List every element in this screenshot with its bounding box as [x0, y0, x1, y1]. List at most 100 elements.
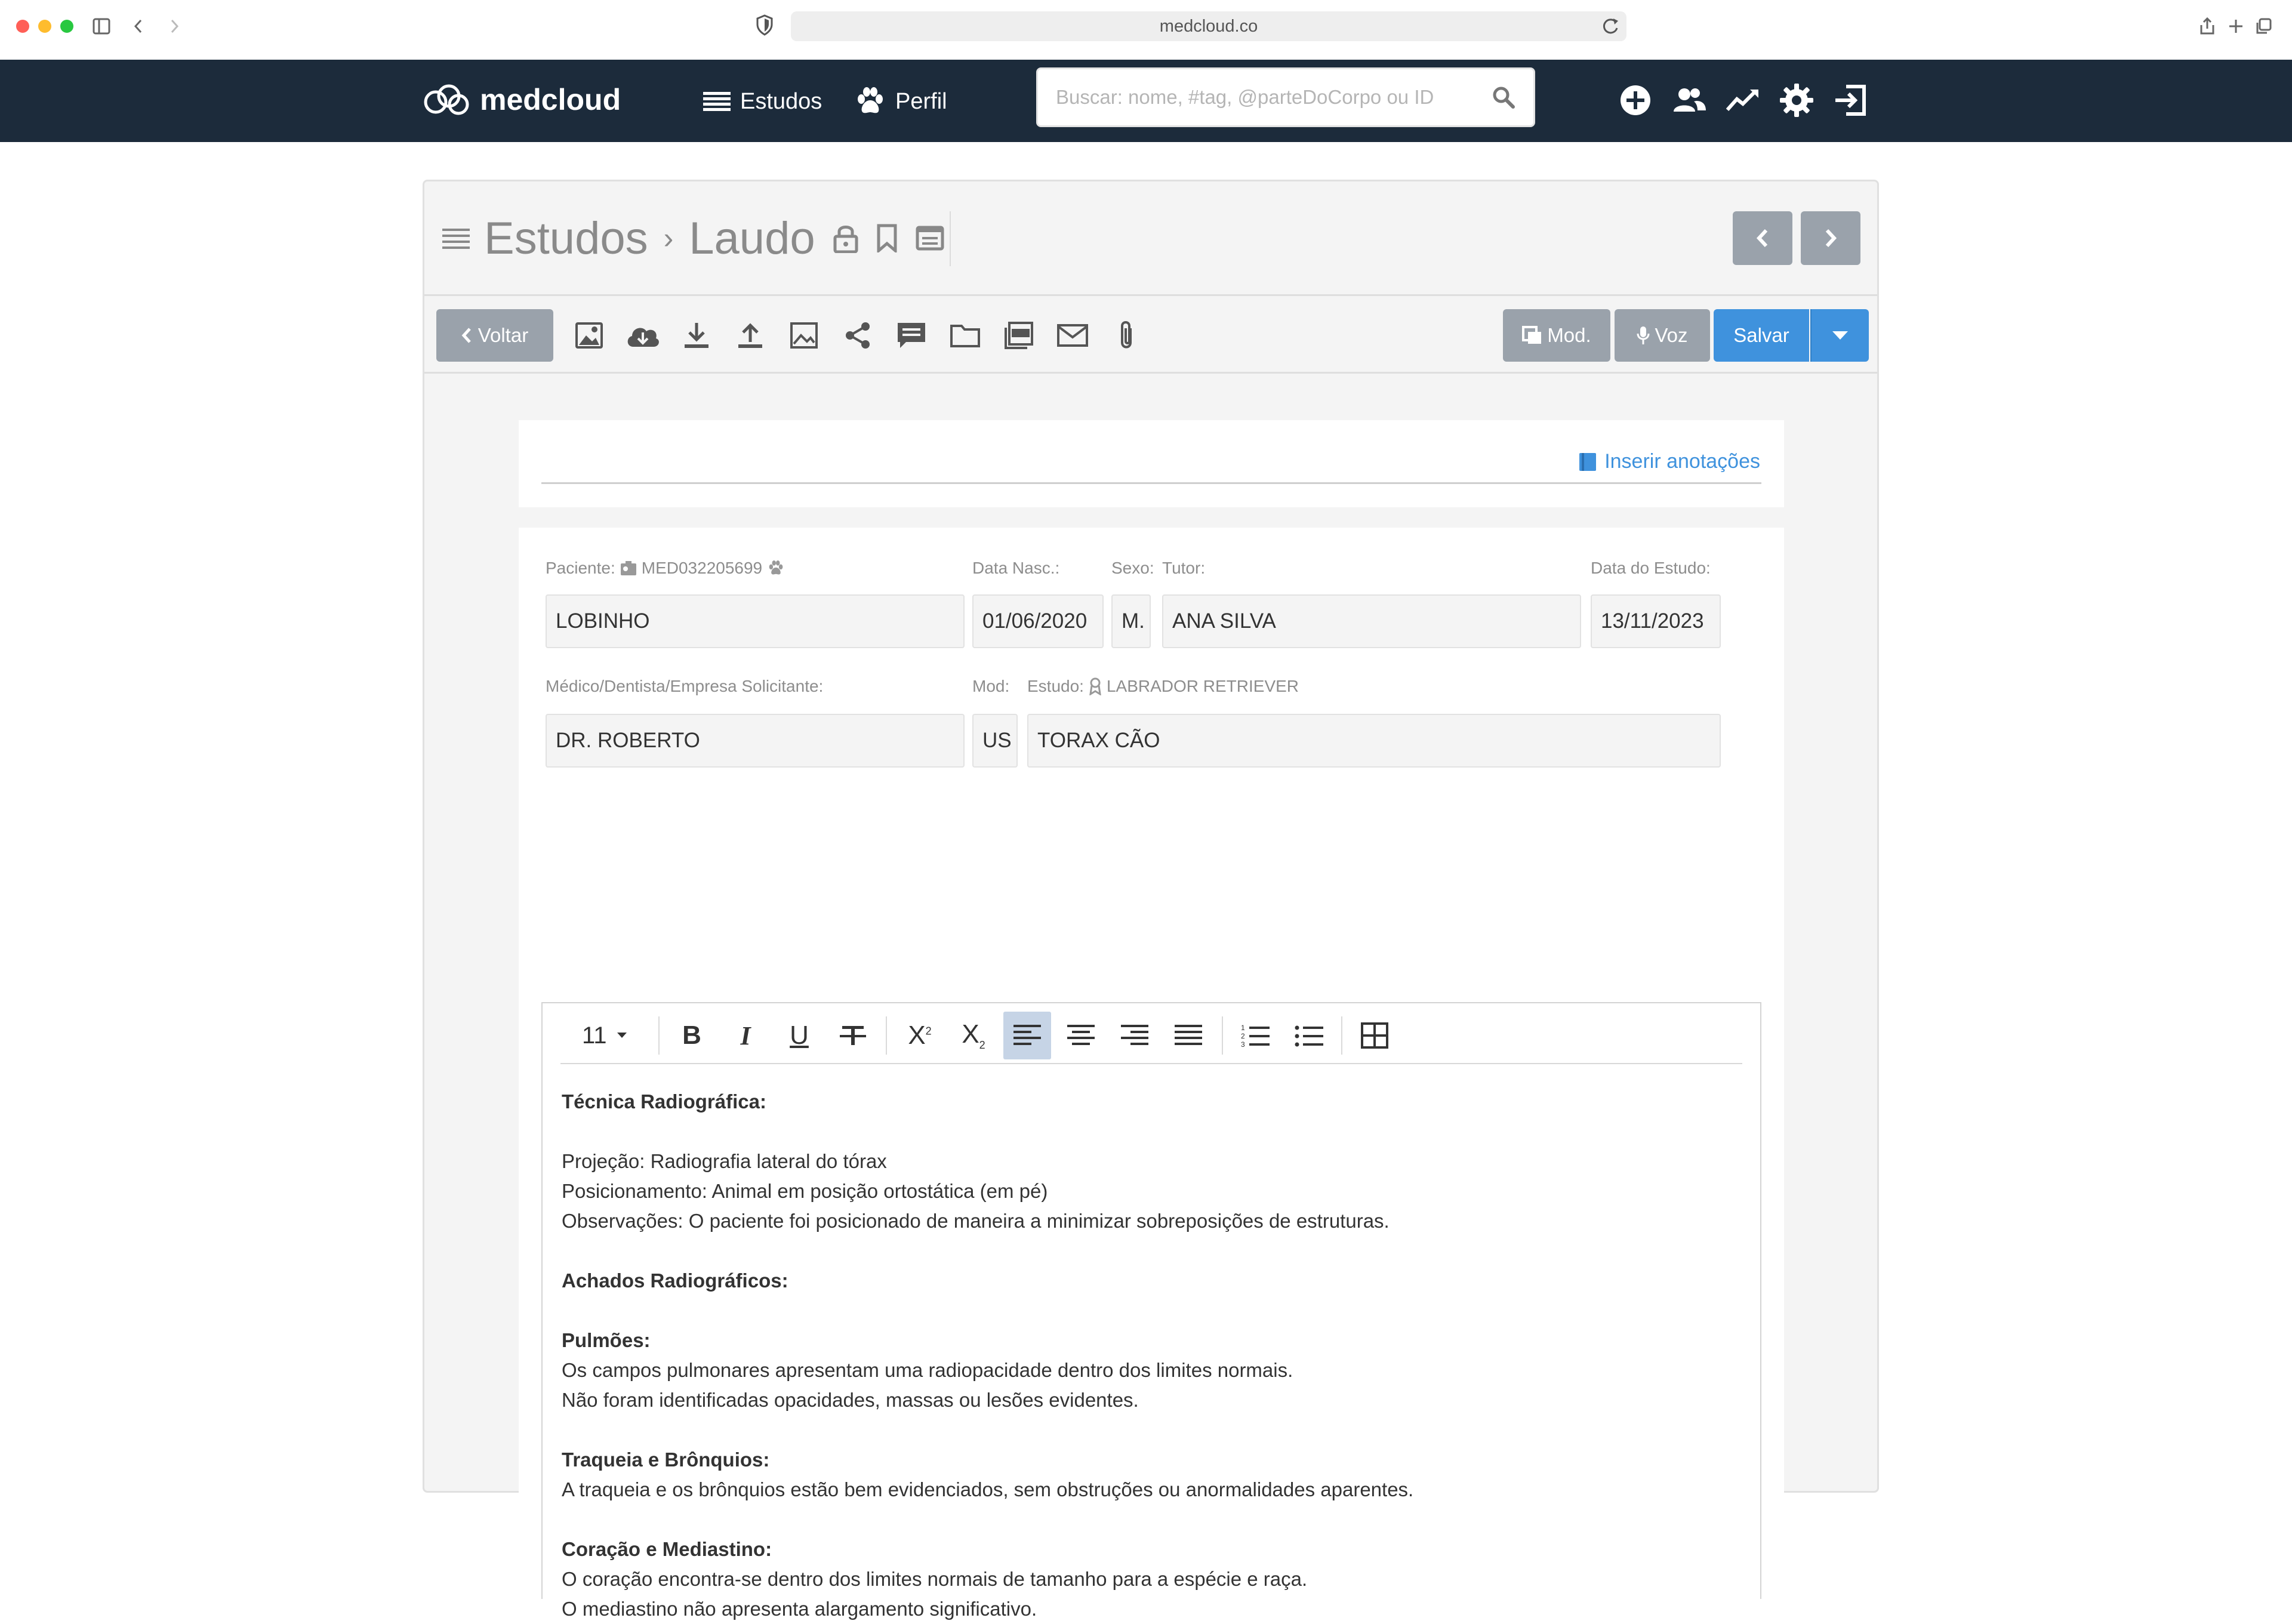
- note-icon[interactable]: [916, 226, 944, 251]
- justify-button[interactable]: [1165, 1012, 1212, 1059]
- address-bar[interactable]: medcloud.co: [791, 11, 1626, 41]
- italic-icon: I: [740, 1021, 751, 1050]
- upload-icon[interactable]: [732, 318, 768, 353]
- users-icon[interactable]: [1671, 82, 1707, 118]
- minimize-window-button[interactable]: [38, 20, 51, 33]
- browser-chrome: medcloud.co: [0, 0, 2292, 60]
- voice-button-label: Voz: [1655, 324, 1688, 346]
- tutor-field[interactable]: ANA SILVA: [1162, 594, 1581, 648]
- bookmark-icon[interactable]: [876, 224, 898, 252]
- save-button[interactable]: Salvar: [1714, 309, 1809, 362]
- align-right-button[interactable]: [1111, 1012, 1159, 1059]
- next-button[interactable]: [1801, 211, 1860, 265]
- previous-button[interactable]: [1733, 211, 1792, 265]
- italic-button[interactable]: I: [722, 1012, 769, 1059]
- sex-field[interactable]: M.: [1111, 594, 1151, 648]
- gear-icon[interactable]: [1779, 82, 1815, 118]
- paragraph-line: O mediastino não apresenta alargamento s…: [562, 1598, 1037, 1620]
- pdf-icon[interactable]: [1001, 318, 1037, 353]
- align-center-icon: [1067, 1025, 1095, 1045]
- underline-button[interactable]: U: [775, 1012, 823, 1059]
- toolbar-divider: [1341, 1016, 1342, 1055]
- logo[interactable]: medcloud: [421, 79, 621, 121]
- birth-date-field[interactable]: 01/06/2020: [972, 594, 1104, 648]
- font-size-select[interactable]: 11: [572, 1012, 650, 1059]
- add-icon[interactable]: [1618, 82, 1653, 118]
- toolbar-divider: [1222, 1016, 1223, 1055]
- picture-icon[interactable]: [786, 318, 822, 353]
- lock-icon[interactable]: [833, 223, 858, 253]
- cloud-download-icon[interactable]: [625, 318, 661, 353]
- bold-button[interactable]: B: [668, 1012, 716, 1059]
- sidebar-toggle-icon[interactable]: [88, 14, 115, 38]
- mod-field[interactable]: US: [972, 714, 1018, 768]
- caret-down-icon: [617, 1033, 627, 1038]
- ordered-list-button[interactable]: 123: [1231, 1012, 1279, 1059]
- table-icon: [1361, 1022, 1388, 1049]
- svg-text:2: 2: [1241, 1032, 1245, 1040]
- header-divider: [950, 211, 951, 266]
- image-icon[interactable]: [571, 318, 607, 353]
- nav-perfil-label: Perfil: [895, 88, 947, 114]
- nav-perfil[interactable]: Perfil: [855, 84, 947, 119]
- folder-icon[interactable]: [947, 318, 983, 353]
- share-page-icon[interactable]: [2194, 14, 2220, 38]
- patient-name-field[interactable]: LOBINHO: [546, 594, 965, 648]
- tab-overview-icon[interactable]: [2250, 14, 2276, 38]
- voice-button[interactable]: Voz: [1615, 309, 1710, 362]
- table-button[interactable]: [1351, 1012, 1398, 1059]
- nav-estudos-label: Estudos: [740, 88, 822, 114]
- patient-label-row: Paciente: MED032205699: [546, 559, 785, 578]
- logout-icon[interactable]: [1832, 82, 1868, 118]
- study-field[interactable]: TORAX CÃO: [1027, 714, 1721, 768]
- toolbar-divider: [886, 1016, 887, 1055]
- nav-estudos[interactable]: Estudos: [703, 84, 822, 119]
- svg-text:3: 3: [1241, 1040, 1245, 1048]
- share-icon[interactable]: [840, 318, 876, 353]
- chevron-left-icon: [1756, 229, 1768, 248]
- comment-icon[interactable]: [894, 318, 929, 353]
- mod-button-label: Mod.: [1547, 324, 1591, 346]
- breadcrumb-estudos[interactable]: Estudos: [484, 212, 648, 264]
- reload-icon[interactable]: [1600, 15, 1621, 38]
- insert-annotations-link[interactable]: Inserir anotações: [1578, 450, 1760, 473]
- subscript-button[interactable]: X2: [950, 1012, 997, 1059]
- bullet-list-button[interactable]: [1285, 1012, 1333, 1059]
- underline-icon: U: [790, 1021, 809, 1050]
- chart-icon[interactable]: [1725, 82, 1761, 118]
- id-card-icon: [620, 561, 636, 575]
- editor-content[interactable]: Técnica Radiográfica: Projeção: Radiogra…: [562, 1087, 1732, 1624]
- align-right-icon: [1121, 1025, 1148, 1045]
- study-date-field[interactable]: 13/11/2023: [1591, 594, 1721, 648]
- maximize-window-button[interactable]: [60, 20, 73, 33]
- paragraph-line: A traqueia e os brônquios estão bem evid…: [562, 1478, 1414, 1500]
- close-window-button[interactable]: [16, 20, 29, 33]
- align-left-button[interactable]: [1003, 1012, 1051, 1059]
- mail-icon[interactable]: [1055, 318, 1090, 353]
- menu-icon[interactable]: [442, 227, 470, 249]
- strikethrough-button[interactable]: [829, 1012, 877, 1059]
- paragraph-line: Observações: O paciente foi posicionado …: [562, 1210, 1390, 1232]
- list-icon: [703, 92, 731, 111]
- superscript-button[interactable]: X2: [896, 1012, 944, 1059]
- search-icon[interactable]: [1492, 85, 1515, 109]
- requester-label: Médico/Dentista/Empresa Solicitante:: [546, 677, 824, 695]
- section-heading: Achados Radiográficos:: [562, 1269, 788, 1292]
- patient-id: MED032205699: [641, 559, 763, 577]
- paperclip-icon[interactable]: [1108, 318, 1144, 353]
- back-button[interactable]: Voltar: [436, 309, 553, 362]
- back-nav-icon[interactable]: [125, 14, 152, 38]
- align-left-icon: [1013, 1025, 1041, 1045]
- logo-text: medcloud: [480, 83, 621, 116]
- forward-nav-icon[interactable]: [161, 14, 187, 38]
- requester-field[interactable]: DR. ROBERTO: [546, 714, 965, 768]
- sex-label: Sexo:: [1111, 559, 1154, 577]
- save-options-dropdown[interactable]: [1810, 309, 1869, 362]
- mod-button[interactable]: Mod.: [1503, 309, 1610, 362]
- download-icon[interactable]: [679, 318, 714, 353]
- new-tab-icon[interactable]: [2223, 14, 2249, 38]
- search-input[interactable]: [1056, 86, 1492, 109]
- study-date-label: Data do Estudo:: [1591, 559, 1711, 577]
- align-center-button[interactable]: [1057, 1012, 1105, 1059]
